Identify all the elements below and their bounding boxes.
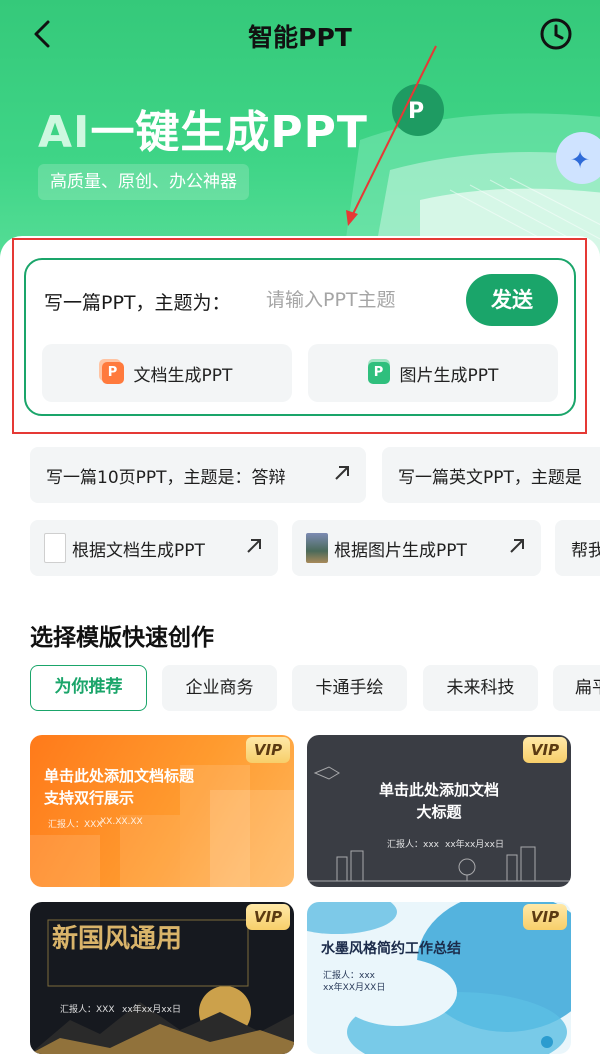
template-title: 单击此处添加文档标题 支持双行展示 — [44, 765, 194, 809]
image-thumbnail-icon — [306, 533, 328, 563]
svg-text:P: P — [408, 99, 424, 124]
template-meta-date: XX.XX.XX — [100, 817, 143, 827]
template-title: 水墨风格简约工作总结 — [321, 941, 461, 957]
suggestion-chip-label: 写一篇英文PPT，主题是 — [398, 467, 582, 488]
vip-badge: VIP — [246, 904, 290, 930]
suggestion-chip-label: 根据文档生成PPT — [72, 540, 205, 561]
arrow-up-right-icon — [510, 539, 524, 553]
template-title: 新国风通用 — [52, 924, 183, 954]
arrow-up-right-icon — [335, 466, 349, 480]
svg-text:✦: ✦ — [570, 146, 590, 174]
template-title-line: 支持双行展示 — [44, 789, 135, 807]
template-title-line: 单击此处添加文档标题 — [44, 767, 195, 785]
top-bar: 智能PPT — [0, 0, 600, 70]
template-card[interactable]: VIP 新国风通用 汇报人：XXX xx年xx月xx日 — [30, 902, 294, 1054]
tab-cartoon[interactable]: 卡通手绘 — [292, 665, 407, 711]
suggestion-chip-label: 写一篇10页PPT，主题是：答辩 — [46, 467, 286, 488]
tab-tech[interactable]: 未来科技 — [423, 665, 538, 711]
template-meta-date: xx年XX月XX日 — [323, 983, 386, 993]
tab-recommended[interactable]: 为你推荐 — [30, 665, 147, 711]
section-title: 选择模版快速创作 — [30, 625, 214, 651]
document-thumbnail-icon — [44, 533, 66, 563]
template-meta-reporter: 汇报人：xxx — [387, 840, 439, 850]
template-title: 单击此处添加文档 大标题 — [307, 779, 571, 823]
suggestion-chip[interactable]: 写一篇10页PPT，主题是：答辩 — [30, 447, 366, 503]
history-clock-icon[interactable] — [538, 16, 574, 52]
suggestion-chip-label: 根据图片生成PPT — [334, 540, 467, 561]
template-meta-reporter: 汇报人：XXX — [48, 820, 103, 830]
arrow-up-right-icon — [247, 539, 261, 553]
suggestion-chip-label: 帮我 — [571, 540, 600, 561]
template-meta-date: xx年xx月xx日 — [445, 840, 504, 850]
template-card[interactable]: VIP 水墨风格简约工作总结 汇报人：xxx xx年XX月XX日 — [307, 902, 571, 1054]
vip-badge: VIP — [523, 737, 567, 763]
hero-title-rest: 一键生成PPT — [90, 107, 368, 158]
suggestion-chip[interactable]: 根据文档生成PPT — [30, 520, 278, 576]
suggestion-chip[interactable]: 写一篇英文PPT，主题是 — [382, 447, 600, 503]
tab-flat[interactable]: 扁平 — [553, 665, 600, 711]
tab-business[interactable]: 企业商务 — [162, 665, 277, 711]
hero-title: AI一键生成PPT — [38, 96, 368, 160]
template-card[interactable]: VIP 单击此处添加文档标题 支持双行展示 汇报人：XXX XX.XX.XX — [30, 735, 294, 887]
vip-badge: VIP — [523, 904, 567, 930]
hero-title-ai: AI — [38, 107, 91, 158]
hero-subtitle: 高质量、原创、办公神器 — [38, 164, 249, 200]
vip-badge: VIP — [246, 737, 290, 763]
page-title: 智能PPT — [248, 23, 352, 52]
suggestion-chip[interactable]: 帮我 — [555, 520, 600, 576]
template-title-line: 单击此处添加文档 — [378, 781, 499, 799]
template-meta-date: xx年xx月xx日 — [122, 1005, 181, 1015]
template-meta-reporter: 汇报人：XXX — [60, 1005, 115, 1015]
template-card[interactable]: VIP 单击此处添加文档 大标题 汇报人：xxx xx年xx月xx日 — [307, 735, 571, 887]
annotation-highlight-box — [12, 238, 587, 434]
template-title-line: 大标题 — [416, 803, 462, 821]
suggestion-chip[interactable]: 根据图片生成PPT — [292, 520, 541, 576]
